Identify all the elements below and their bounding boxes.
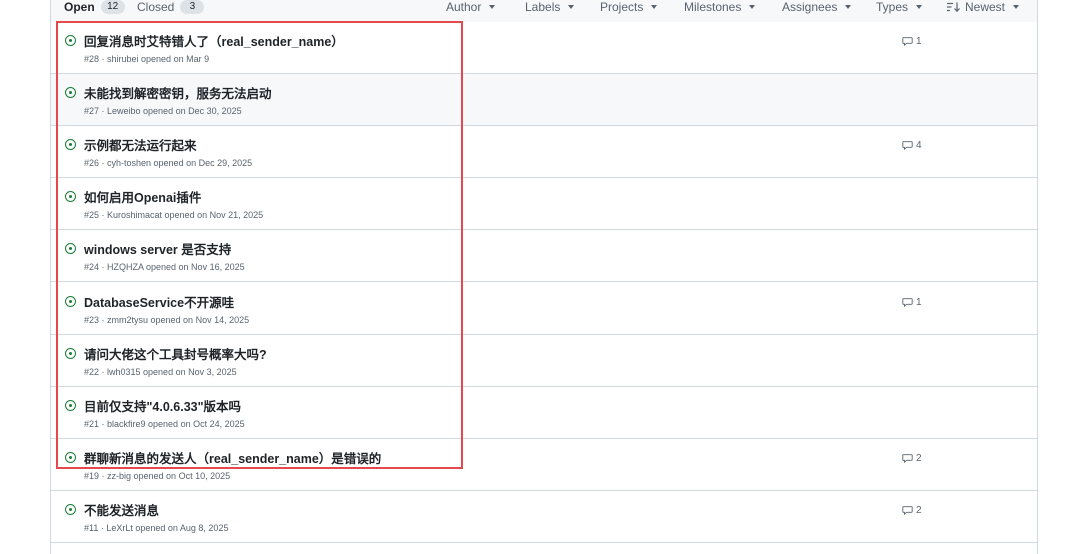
issue-title-link[interactable]: 如何启用Openai插件 bbox=[84, 187, 201, 206]
comment-icon bbox=[902, 298, 913, 307]
chevron-down-icon bbox=[568, 5, 575, 9]
chevron-down-icon bbox=[489, 5, 496, 9]
issues-list-header: Open 12 Closed 3 Author Labels Projects … bbox=[51, 0, 1037, 23]
issue-row[interactable]: 请问大佬这个工具封号概率大吗? #22 · lwh0315 opened on N… bbox=[51, 335, 1037, 387]
issue-title-link[interactable]: windows server 是否支持 bbox=[84, 239, 231, 258]
issue-meta: #23 · zmm2tysu opened on Nov 14, 2025 bbox=[84, 315, 250, 325]
sort-label: Newest bbox=[965, 0, 1006, 14]
comment-count: 4 bbox=[916, 140, 922, 151]
issue-row[interactable]: 群聊新消息的发送人（real_sender_name）是错误的 #19 · zz-… bbox=[51, 439, 1037, 491]
types-filter-dropdown[interactable]: Types bbox=[876, 0, 923, 14]
issue-meta: #26 · cyh-toshen opened on Dec 29, 2025 bbox=[84, 158, 253, 168]
issue-meta: #28 · shirubei opened on Mar 9 bbox=[84, 54, 210, 64]
issue-open-icon bbox=[65, 139, 76, 150]
chevron-down-icon bbox=[1013, 5, 1020, 9]
issue-open-icon bbox=[65, 296, 76, 307]
comments-link[interactable]: 4 bbox=[902, 140, 922, 151]
issue-title-link[interactable]: 不能发送消息 bbox=[84, 500, 159, 519]
issue-row[interactable]: 回复消息时艾特错人了（real_sender_name） #28 · shirub… bbox=[51, 22, 1037, 74]
issue-meta: #25 · Kuroshimacat opened on Nov 21, 202… bbox=[84, 210, 264, 220]
milestones-filter-dropdown[interactable]: Milestones bbox=[684, 0, 756, 14]
sort-dropdown[interactable]: Newest bbox=[947, 0, 1020, 14]
chevron-down-icon bbox=[749, 5, 756, 9]
author-filter-label: Author bbox=[446, 0, 482, 14]
labels-filter-dropdown[interactable]: Labels bbox=[525, 0, 575, 14]
issue-open-icon bbox=[65, 400, 76, 411]
issue-title-link[interactable]: 群聊新消息的发送人（real_sender_name）是错误的 bbox=[84, 448, 381, 467]
issue-open-icon bbox=[65, 87, 76, 98]
issue-title-link[interactable]: 未能找到解密密钥，服务无法启动 bbox=[84, 83, 272, 102]
issue-title-link[interactable]: 目前仅支持"4.0.6.33"版本吗 bbox=[84, 396, 241, 415]
issue-row[interactable]: 未能找到解密密钥，服务无法启动 #27 · Leweibo opened on D… bbox=[51, 74, 1037, 126]
sort-icon bbox=[947, 2, 960, 12]
projects-filter-label: Projects bbox=[600, 0, 644, 14]
projects-filter-dropdown[interactable]: Projects bbox=[600, 0, 658, 14]
issue-meta: #19 · zz-big opened on Oct 10, 2025 bbox=[84, 471, 231, 481]
issue-open-icon bbox=[65, 35, 76, 46]
issue-row[interactable]: DatabaseService不开源哇 #23 · zmm2tysu opened… bbox=[51, 283, 1037, 335]
issue-meta: #22 · lwh0315 opened on Nov 3, 2025 bbox=[84, 367, 237, 377]
issue-row[interactable]: 不能发送消息 #11 · LeXrLt opened on Aug 8, 2025… bbox=[51, 491, 1037, 543]
issue-meta: #27 · Leweibo opened on Dec 30, 2025 bbox=[84, 106, 242, 116]
comment-icon bbox=[902, 37, 913, 46]
issue-title-link[interactable]: DatabaseService不开源哇 bbox=[84, 292, 234, 311]
issue-open-icon bbox=[65, 504, 76, 515]
issue-row[interactable]: 示例都无法运行起来 #26 · cyh-toshen opened on Dec … bbox=[51, 126, 1037, 178]
open-issues-tab[interactable]: Open 12 bbox=[64, 0, 125, 14]
milestones-filter-label: Milestones bbox=[684, 0, 742, 14]
issue-meta: #21 · blackfire9 opened on Oct 24, 2025 bbox=[84, 419, 245, 429]
issue-row[interactable]: windows server 是否支持 #24 · HZQHZA opened o… bbox=[51, 230, 1037, 282]
issue-title-link[interactable]: 请问大佬这个工具封号概率大吗? bbox=[84, 344, 267, 363]
comment-count: 1 bbox=[916, 36, 922, 47]
comment-count: 1 bbox=[916, 297, 922, 308]
issue-row[interactable]: 目前仅支持"4.0.6.33"版本吗 #21 · blackfire9 opene… bbox=[51, 387, 1037, 439]
issue-open-icon bbox=[65, 348, 76, 359]
issue-open-icon bbox=[65, 243, 76, 254]
chevron-down-icon bbox=[845, 5, 852, 9]
issue-meta: #24 · HZQHZA opened on Nov 16, 2025 bbox=[84, 262, 245, 272]
comments-link[interactable]: 1 bbox=[902, 36, 922, 47]
closed-issues-tab[interactable]: Closed 3 bbox=[137, 0, 205, 14]
issue-title-link[interactable]: 回复消息时艾特错人了（real_sender_name） bbox=[84, 31, 344, 50]
chevron-down-icon bbox=[651, 5, 658, 9]
comments-link[interactable]: 2 bbox=[902, 453, 922, 464]
issue-meta: #11 · LeXrLt opened on Aug 8, 2025 bbox=[84, 523, 229, 533]
author-filter-dropdown[interactable]: Author bbox=[446, 0, 496, 14]
comment-count: 2 bbox=[916, 453, 922, 464]
comment-count: 2 bbox=[916, 505, 922, 516]
issue-open-icon bbox=[65, 452, 76, 463]
assignees-filter-dropdown[interactable]: Assignees bbox=[782, 0, 852, 14]
issue-title-link[interactable]: 示例都无法运行起来 bbox=[84, 135, 197, 154]
types-filter-label: Types bbox=[876, 0, 909, 14]
closed-issues-label: Closed bbox=[137, 0, 175, 14]
closed-issues-count: 3 bbox=[180, 0, 205, 14]
comments-link[interactable]: 1 bbox=[902, 297, 922, 308]
chevron-down-icon bbox=[916, 5, 923, 9]
assignees-filter-label: Assignees bbox=[782, 0, 838, 14]
comment-icon bbox=[902, 141, 913, 150]
issue-open-icon bbox=[65, 191, 76, 202]
comments-link[interactable]: 2 bbox=[902, 505, 922, 516]
comment-icon bbox=[902, 506, 913, 515]
comment-icon bbox=[902, 454, 913, 463]
open-issues-count: 12 bbox=[100, 0, 125, 14]
open-issues-label: Open bbox=[64, 0, 95, 14]
issue-row[interactable]: 如何启用Openai插件 #25 · Kuroshimacat opened on… bbox=[51, 178, 1037, 230]
labels-filter-label: Labels bbox=[525, 0, 561, 14]
issues-list-panel: Open 12 Closed 3 Author Labels Projects … bbox=[50, 0, 1038, 554]
